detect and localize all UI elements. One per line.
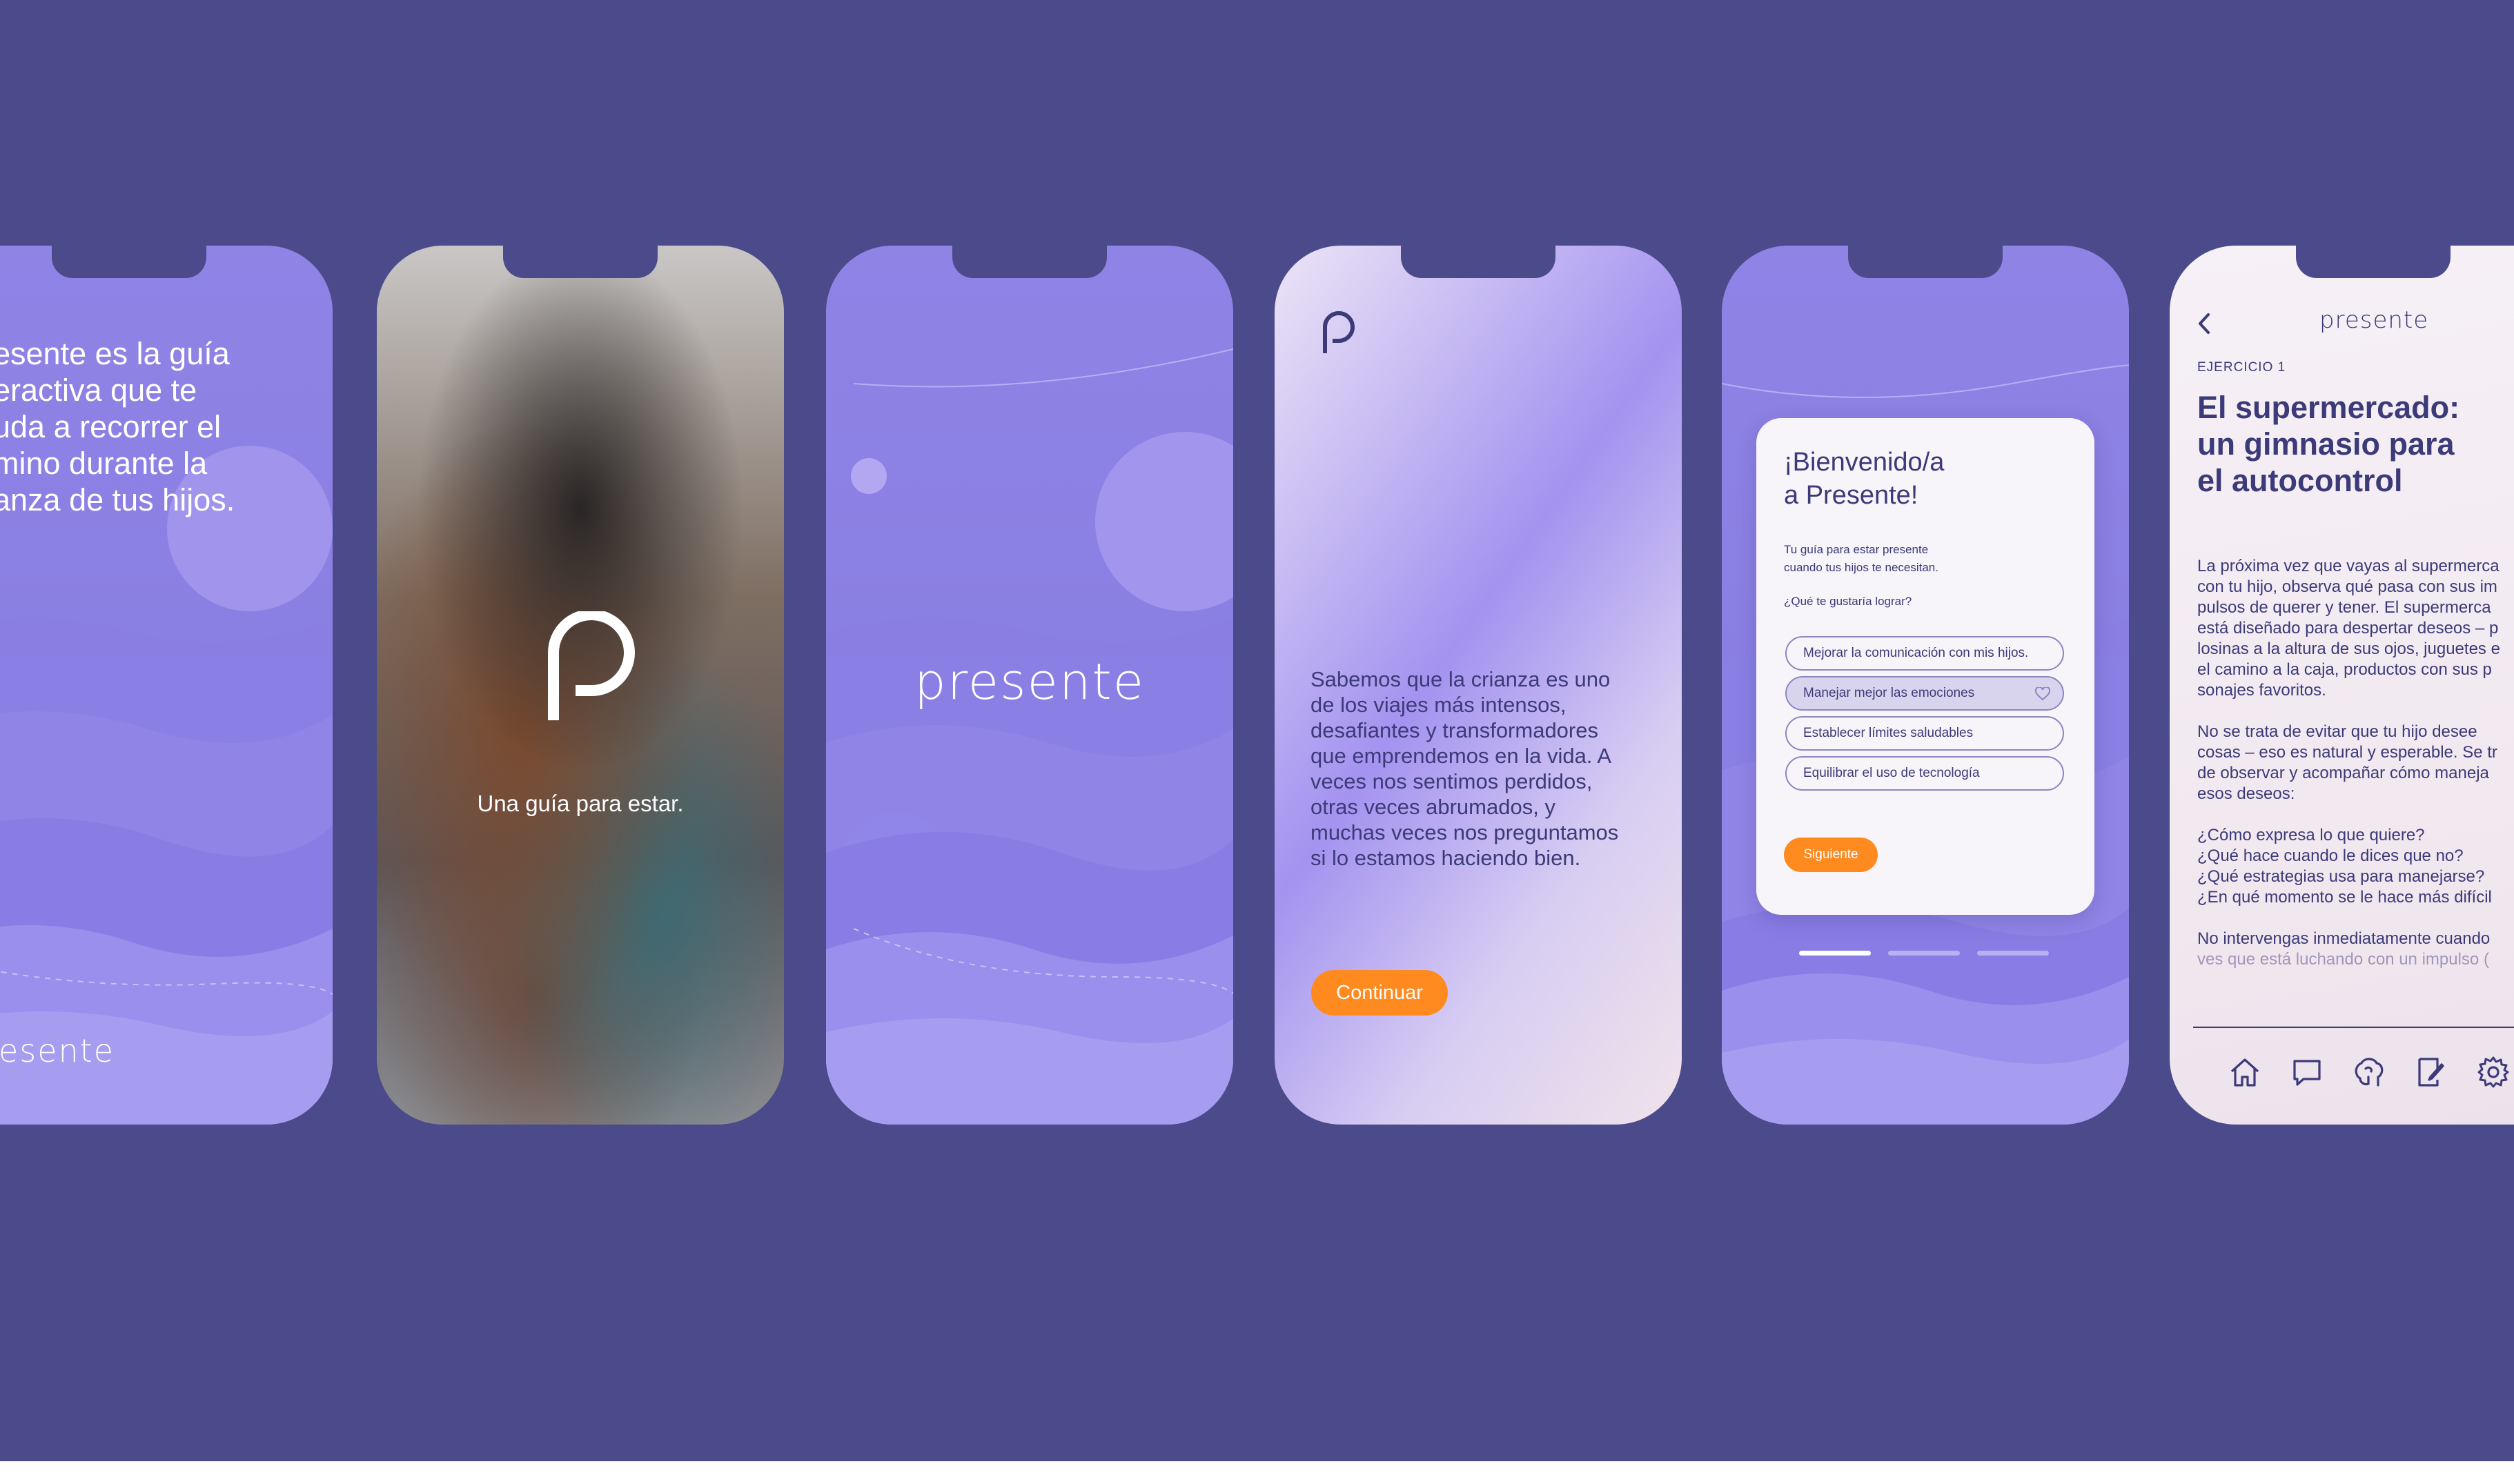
phone-intro-text: esente es la guía eractiva que te uda a … — [0, 246, 333, 1125]
body-line: ¿En qué momento se le hace más difícil — [2197, 888, 2492, 907]
goal-option[interactable]: Establecer límites saludables — [1785, 716, 2064, 751]
journal-icon[interactable] — [2413, 1053, 2450, 1091]
phone-notch — [52, 246, 206, 278]
welcome-card: ¡Bienvenido/a a Presente! Tu guía para e… — [1756, 418, 2094, 915]
headline-line: uda a recorrer el — [0, 409, 222, 444]
headline-line: anza de tus hijos. — [0, 482, 235, 517]
splash-tagline: Una guía para estar. — [477, 791, 684, 816]
message-line: desafiantes y transformadores — [1310, 718, 1598, 742]
message-line: de los viajes más intensos, — [1310, 693, 1567, 717]
body-line-faded: ves que está luchando con un impulso ( — [2197, 950, 2489, 969]
nav-divider — [2193, 1027, 2514, 1028]
message-line: que emprendemos en la vida. A — [1310, 744, 1611, 768]
next-button[interactable]: Siguiente — [1784, 838, 1878, 872]
welcome-title-line: a Presente! — [1784, 481, 1918, 510]
exercise-title-line: el autocontrol — [2197, 463, 2403, 498]
body-line: cosas – eso es natural y esperable. Se t… — [2197, 743, 2497, 762]
body-line: con tu hijo, observa qué pasa con sus im — [2197, 577, 2497, 596]
message-line: veces nos sentimos perdidos, — [1310, 769, 1593, 793]
phone-wordmark: presente — [826, 246, 1233, 1125]
phone-notch — [952, 246, 1107, 278]
body-line: sonajes favoritos. — [2197, 681, 2326, 700]
body-line: No se trata de evitar que tu hijo desee — [2197, 722, 2477, 741]
goal-option-label: Manejar mejor las emociones — [1803, 686, 1975, 700]
phone-exercise: presente EJERCICIO 1 El supermercado: un… — [2170, 246, 2514, 1125]
phone-notch — [2296, 246, 2451, 278]
body-line: el camino a la caja, productos con sus p — [2197, 660, 2492, 679]
goal-question: ¿Qué te gustaría lograr? — [1784, 595, 1912, 608]
phone-notch — [503, 246, 658, 278]
chat-icon[interactable] — [2288, 1053, 2326, 1091]
brand-logo-icon — [1323, 311, 1355, 353]
exercise-title: El supermercado: un gimnasio para el aut… — [2197, 389, 2459, 499]
body-line: pulsos de querer y tener. El supermerca — [2197, 598, 2491, 617]
home-icon[interactable] — [2226, 1053, 2263, 1091]
message-line: muchas veces nos preguntamos — [1310, 820, 1619, 844]
body-line: esos deseos: — [2197, 784, 2295, 803]
body-line: ¿Qué estrategias usa para manejarse? — [2197, 867, 2485, 886]
continue-button[interactable]: Continuar — [1311, 970, 1448, 1016]
back-arrow-icon[interactable] — [2196, 312, 2212, 335]
exercise-body: La próxima vez que vayas al supermerca c… — [2197, 556, 2500, 970]
phone-intro-message: Sabemos que la crianza es uno de los via… — [1275, 246, 1682, 1125]
brand-logo-icon — [548, 611, 635, 720]
headline-line: mino durante la — [0, 446, 208, 481]
goal-option[interactable]: Mejorar la comunicación con mis hijos. — [1785, 636, 2064, 671]
goal-option-selected[interactable]: Manejar mejor las emociones — [1785, 676, 2064, 711]
settings-icon[interactable] — [2475, 1053, 2512, 1091]
message-line: Sabemos que la crianza es uno — [1310, 667, 1611, 691]
body-line: losinas a la altura de sus ojos, juguete… — [2197, 640, 2500, 658]
exercise-title-line: un gimnasio para — [2197, 426, 2455, 462]
headline-line: esente es la guía — [0, 336, 230, 371]
showcase-board: esente es la guía eractiva que te uda a … — [0, 0, 2514, 1461]
message-line: si lo estamos haciendo bien. — [1310, 846, 1581, 870]
welcome-subtitle: Tu guía para estar presente cuando tus h… — [1784, 541, 1938, 577]
body-line: ¿Qué hace cuando le dices que no? — [2197, 847, 2464, 865]
heart-icon — [2035, 687, 2050, 701]
subtitle-line: cuando tus hijos te necesitan. — [1784, 561, 1938, 574]
body-line: está diseñado para despertar deseos – p — [2197, 619, 2499, 637]
pagination-dot[interactable] — [1977, 951, 2049, 956]
footer-wordmark: esente — [0, 1032, 115, 1069]
intro-message: Sabemos que la crianza es uno de los via… — [1310, 666, 1618, 871]
phone-onboarding: ¡Bienvenido/a a Presente! Tu guía para e… — [1722, 246, 2129, 1125]
phone-notch — [1848, 246, 2003, 278]
header-wordmark: presente — [2319, 306, 2429, 334]
body-line: La próxima vez que vayas al supermerca — [2197, 557, 2500, 575]
brain-icon[interactable] — [2350, 1053, 2388, 1091]
body-line: No intervengas inmediatamente cuando — [2197, 929, 2491, 948]
body-line: ¿Cómo expresa lo que quiere? — [2197, 826, 2425, 844]
phone-splash-photo: Una guía para estar. — [377, 246, 784, 1125]
goal-option[interactable]: Equilibrar el uso de tecnología — [1785, 756, 2064, 791]
welcome-title: ¡Bienvenido/a a Presente! — [1784, 446, 1944, 512]
body-line: de observar y acompañar cómo maneja — [2197, 764, 2489, 782]
app-wordmark: presente — [914, 653, 1145, 711]
headline-line: eractiva que te — [0, 373, 197, 408]
intro-headline: esente es la guía eractiva que te uda a … — [0, 335, 235, 518]
phone-notch — [1401, 246, 1555, 278]
pagination-dot[interactable] — [1888, 951, 1960, 956]
pagination-dot-active[interactable] — [1799, 951, 1871, 956]
exercise-title-line: El supermercado: — [2197, 390, 2460, 425]
subtitle-line: Tu guía para estar presente — [1784, 543, 1929, 556]
welcome-title-line: ¡Bienvenido/a — [1784, 448, 1945, 477]
exercise-kicker: EJERCICIO 1 — [2197, 360, 2286, 375]
message-line: otras veces abrumados, y — [1310, 795, 1555, 819]
